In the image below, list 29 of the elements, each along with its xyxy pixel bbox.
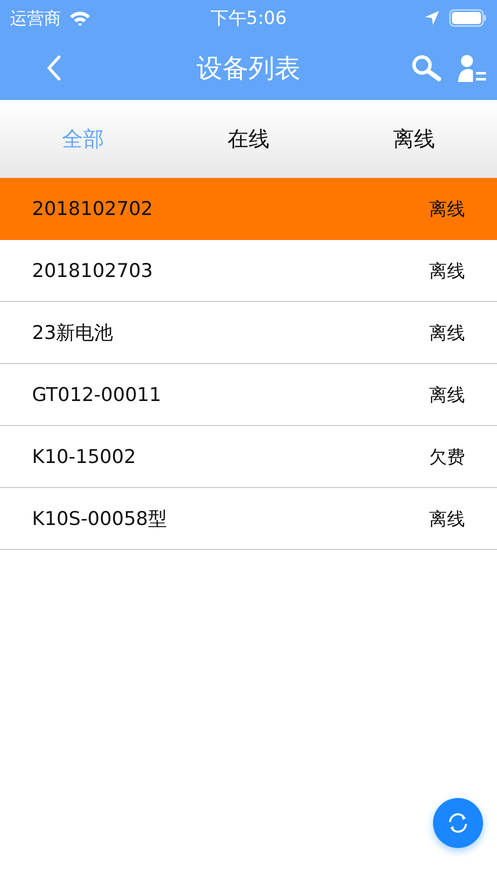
refresh-button[interactable] bbox=[433, 798, 483, 848]
filter-tab[interactable]: 在线 bbox=[166, 100, 332, 177]
device-status: 离线 bbox=[429, 198, 465, 220]
device-status: 欠费 bbox=[429, 446, 465, 468]
battery-icon bbox=[449, 9, 487, 27]
device-name: K10-15002 bbox=[32, 446, 136, 468]
device-name: K10S-00058型 bbox=[32, 506, 167, 532]
carrier-label: 运营商 bbox=[10, 8, 61, 30]
device-name: 2018102703 bbox=[32, 260, 153, 282]
filter-tab[interactable]: 离线 bbox=[331, 100, 497, 177]
device-name: 2018102702 bbox=[32, 198, 153, 220]
status-time: 下午5:06 bbox=[210, 7, 287, 30]
device-row[interactable]: 2018102702 离线 bbox=[0, 178, 497, 240]
location-arrow-icon bbox=[425, 11, 439, 25]
wifi-icon bbox=[69, 10, 91, 26]
device-status: 离线 bbox=[429, 260, 465, 282]
device-status: 离线 bbox=[429, 508, 465, 530]
device-row[interactable]: K10-15002 欠费 bbox=[0, 426, 497, 488]
device-name: GT012-00011 bbox=[32, 384, 162, 406]
device-status: 离线 bbox=[429, 384, 465, 406]
device-row[interactable]: 2018102703 离线 bbox=[0, 240, 497, 302]
refresh-icon bbox=[446, 811, 470, 835]
device-row[interactable]: K10S-00058型 离线 bbox=[0, 488, 497, 550]
page-title: 设备列表 bbox=[196, 52, 300, 86]
device-status: 离线 bbox=[429, 322, 465, 344]
device-row[interactable]: GT012-00011 离线 bbox=[0, 364, 497, 426]
user-list-button[interactable] bbox=[455, 52, 489, 84]
device-row[interactable]: 23新电池 离线 bbox=[0, 302, 497, 364]
device-name: 23新电池 bbox=[32, 320, 114, 346]
